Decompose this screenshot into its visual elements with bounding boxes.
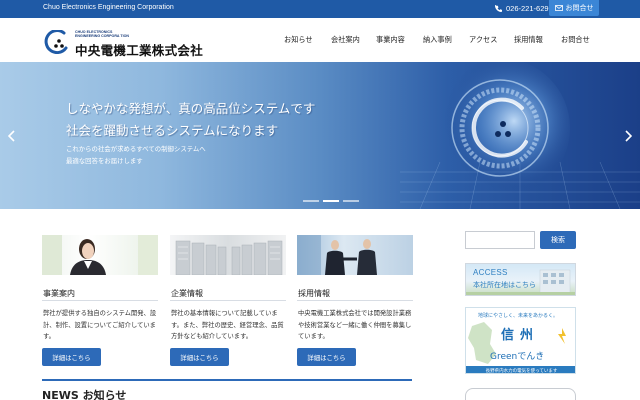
sidebar-widget-box — [465, 388, 576, 400]
access-banner-title: ACCESS — [473, 268, 508, 277]
slider-dot-3[interactable] — [343, 200, 359, 202]
slider-dot-2[interactable] — [323, 200, 339, 202]
phone-icon — [495, 5, 502, 12]
card-divider — [297, 300, 413, 301]
business-woman-image — [42, 235, 158, 275]
card-divider — [170, 300, 286, 301]
nav-item-cases[interactable]: 納入事例 — [423, 35, 452, 45]
hero-slider: しなやかな発想が、真の高品位システムです 社会を躍動させるシステムになります こ… — [0, 62, 640, 209]
access-banner-subtitle: 本社所在地はこちら — [473, 281, 536, 289]
slider-dot-1[interactable] — [303, 200, 319, 202]
hero-headline-2: 社会を躍動させるシステムになります — [66, 123, 279, 138]
green-banner-shinshu: 信州 — [501, 328, 540, 343]
access-banner[interactable]: ACCESS 本社所在地はこちら — [465, 263, 576, 296]
contact-button-top[interactable]: お問合せ — [549, 0, 599, 16]
nav-item-news[interactable]: お知らせ — [284, 35, 313, 45]
card-company-button[interactable]: 詳細はこちら — [170, 348, 229, 366]
search-input[interactable] — [465, 231, 535, 249]
slider-dots — [303, 200, 359, 202]
card-recruit-button[interactable]: 詳細はこちら — [297, 348, 356, 366]
envelope-icon — [554, 5, 563, 11]
handshake-image — [297, 235, 413, 275]
chevron-right-icon — [625, 130, 632, 142]
server-room-image — [170, 235, 286, 275]
card-company-text: 弊社の基本情報について記載しています。また、弊社の歴史、経営理念、品質方針なども… — [171, 310, 284, 340]
phone-number-text: 026-221-6291 — [506, 4, 553, 13]
main-nav: お知らせ 会社案内 事業内容 納入事例 アクセス 採用情報 お問合せ — [0, 35, 640, 47]
card-company: 企業情報 弊社の基本情報について記載しています。また、弊社の歴史、経営理念、品質… — [170, 235, 286, 366]
news-divider — [42, 379, 412, 381]
nav-item-business[interactable]: 事業内容 — [376, 35, 405, 45]
news-heading: NEWS お知らせ — [42, 389, 127, 400]
nav-item-access[interactable]: アクセス — [469, 35, 497, 45]
card-divider — [42, 300, 158, 301]
card-business: 事業案内 弊社が提供する独自のシステム開発、設計、制作、設置についてご紹介してい… — [42, 235, 158, 366]
search-button[interactable]: 検索 — [540, 231, 576, 249]
card-recruit-title: 採用情報 — [298, 289, 330, 298]
nav-item-company[interactable]: 会社案内 — [331, 35, 360, 45]
top-bar: Chuo Electronics Engineering Corporation… — [0, 0, 640, 18]
hero-circuit-graphic — [400, 62, 640, 209]
company-english-name: Chuo Electronics Engineering Corporation — [43, 4, 174, 11]
hero-headline-1: しなやかな発想が、真の高品位システムです — [66, 101, 316, 116]
card-business-button[interactable]: 詳細はこちら — [42, 348, 101, 366]
card-recruit: 採用情報 中央電機工業株式会社では開発設計業務や技術営業など一緒に働く仲間を募集… — [297, 235, 413, 366]
slider-next-button[interactable] — [621, 128, 635, 144]
green-banner-green-denki: Greenでんき — [490, 352, 545, 362]
shinshu-green-energy-banner[interactable]: 地球にやさしく、未来をあかるく。 信州 Greenでんき 長野県内水力の電気を使… — [465, 307, 576, 374]
card-business-title: 事業案内 — [43, 289, 75, 298]
green-banner-tagline: 地球にやさしく、未来をあかるく。 — [478, 313, 559, 319]
card-company-title: 企業情報 — [171, 289, 203, 298]
phone-number[interactable]: 026-221-6291 — [495, 4, 553, 13]
contact-button-label: お問合せ — [565, 4, 594, 12]
hero-subtext-2: 最適な回答をお届けします — [66, 157, 143, 165]
slider-prev-button[interactable] — [5, 128, 19, 144]
nav-item-recruit[interactable]: 採用情報 — [514, 35, 543, 45]
nav-item-contact[interactable]: お問合せ — [561, 35, 590, 45]
site-header: CHUO ELECTRONICS ENGINEERING CORPORA TIO… — [0, 18, 640, 62]
card-business-text: 弊社が提供する独自のシステム開発、設計、制作、設置についてご紹介しています。 — [43, 310, 157, 340]
chevron-left-icon — [8, 130, 15, 142]
green-banner-footer: 長野県内水力の電気を使っています — [466, 366, 575, 373]
card-recruit-text: 中央電機工業株式会社では開発設計業務や技術営業など一緒に働く仲間を募集しています… — [298, 310, 412, 340]
hero-subtext-1: これからの社会が求めるすべての制御システムへ — [66, 145, 206, 153]
